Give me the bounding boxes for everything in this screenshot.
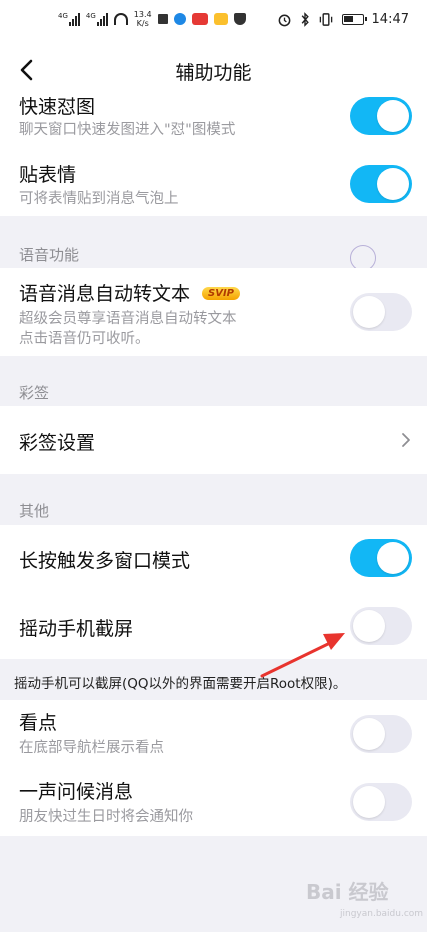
watermark-logo: Bai 经验 xyxy=(306,880,389,904)
shake-screenshot-note: 摇动手机可以截屏(QQ以外的界面需要开启Root权限)。 xyxy=(14,676,347,692)
section-misc: 看点 在底部导航栏展示看点 一声问候消息 朋友快过生日时将会通知你 xyxy=(0,700,427,836)
nav-header: 辅助功能 xyxy=(0,44,427,96)
shake-screenshot-title: 摇动手机截屏 xyxy=(19,618,134,640)
section-chat: 快速怼图 聊天窗口快速发图进入"怼"图模式 贴表情 可将表情贴到消息气泡上 xyxy=(0,96,427,216)
signal-icon-1: 4G xyxy=(58,12,80,26)
group-label-voice: 语音功能 xyxy=(19,246,80,264)
kandian-toggle[interactable] xyxy=(350,715,412,753)
caiqian-settings-row[interactable]: 彩签设置 xyxy=(0,406,427,474)
long-press-multiwindow-title: 长按触发多窗口模式 xyxy=(19,550,191,572)
status-right: 14:47 xyxy=(277,12,409,27)
shake-screenshot-toggle[interactable] xyxy=(350,607,412,645)
quick-meme-toggle[interactable] xyxy=(350,97,412,135)
vibrate-icon xyxy=(319,13,332,26)
status-left: 4G 4G 13.4 K/s xyxy=(58,10,246,28)
voice-to-text-subtitle-2: 点击语音仍可收听。 xyxy=(19,331,150,347)
app-notification-icon xyxy=(191,13,208,25)
section-other: 长按触发多窗口模式 摇动手机截屏 xyxy=(0,525,427,659)
sticker-toggle[interactable] xyxy=(350,165,412,203)
group-label-other: 其他 xyxy=(19,502,50,520)
app-notification-icon xyxy=(213,13,228,25)
battery-icon xyxy=(341,14,367,25)
group-label-caiqian: 彩签 xyxy=(19,384,50,402)
greeting-title: 一声问候消息 xyxy=(19,781,134,803)
quick-meme-subtitle: 聊天窗口快速发图进入"怼"图模式 xyxy=(19,122,236,138)
app-notification-icon xyxy=(173,13,186,25)
voice-to-text-toggle[interactable] xyxy=(350,293,412,331)
chevron-right-icon xyxy=(402,433,410,447)
voice-to-text-subtitle: 超级会员尊享语音消息自动转文本 xyxy=(19,311,237,327)
kandian-subtitle: 在底部导航栏展示看点 xyxy=(19,740,164,756)
wifi-icon xyxy=(113,13,128,25)
section-voice: 语音消息自动转文本 SVIP 超级会员尊享语音消息自动转文本 点击语音仍可收听。 xyxy=(0,268,427,356)
app-notification-icon xyxy=(157,14,168,24)
clock: 14:47 xyxy=(371,12,409,27)
caiqian-settings-title: 彩签设置 xyxy=(19,432,96,454)
bluetooth-icon xyxy=(301,12,309,27)
watermark-url: jingyan.baidu.com xyxy=(340,909,424,919)
network-speed: 13.4 K/s xyxy=(133,10,152,28)
page-title: 辅助功能 xyxy=(175,62,252,84)
signal-icon-2: 4G xyxy=(86,12,108,26)
sticker-title: 贴表情 xyxy=(19,164,77,186)
shield-icon xyxy=(233,13,246,25)
sticker-subtitle: 可将表情贴到消息气泡上 xyxy=(19,191,179,207)
status-bar: 4G 4G 13.4 K/s 14:47 xyxy=(0,0,427,44)
long-press-multiwindow-toggle[interactable] xyxy=(350,539,412,577)
alarm-icon xyxy=(278,14,290,27)
greeting-toggle[interactable] xyxy=(350,783,412,821)
voice-to-text-title: 语音消息自动转文本 SVIP xyxy=(19,279,241,306)
svip-badge: SVIP xyxy=(202,287,241,300)
greeting-subtitle: 朋友快过生日时将会通知你 xyxy=(19,809,193,825)
quick-meme-title: 快速怼图 xyxy=(19,96,96,118)
kandian-title: 看点 xyxy=(19,712,58,734)
